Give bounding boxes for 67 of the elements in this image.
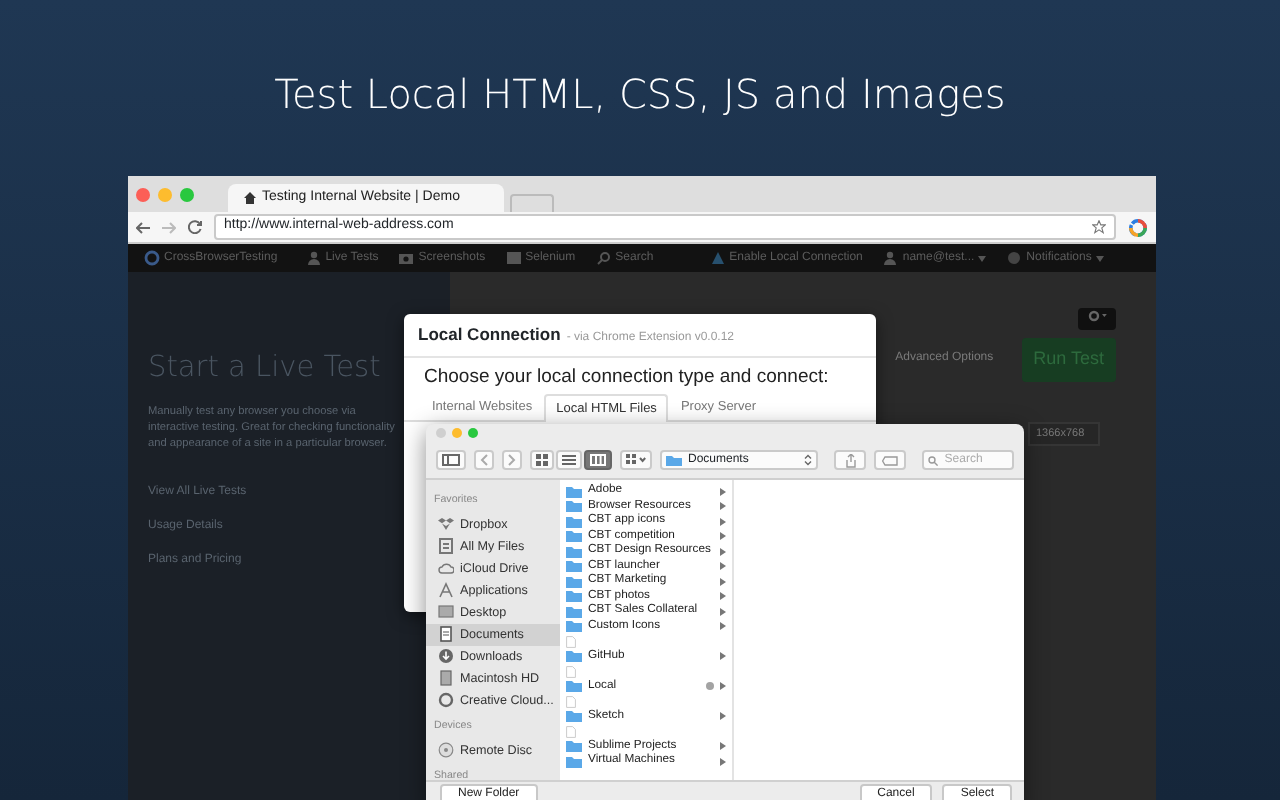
star-icon[interactable] [1092, 220, 1106, 234]
file-icon [566, 635, 576, 648]
settings-button[interactable] [1078, 308, 1116, 330]
grid-icon [626, 454, 646, 466]
chevron-left-icon [480, 454, 488, 466]
dialog-title: Local Connection [418, 322, 561, 348]
folder-icon [566, 650, 582, 663]
diamond-icon [438, 516, 454, 533]
home-icon [244, 192, 256, 204]
forward-icon[interactable] [162, 221, 176, 233]
icon-view-button[interactable] [530, 450, 554, 470]
file-icon [566, 695, 576, 708]
headline: Test Local HTML, CSS, JS and Images [274, 70, 1006, 118]
close-icon[interactable] [136, 187, 150, 201]
grid-icon [505, 250, 522, 266]
back-icon[interactable] [136, 221, 150, 233]
reload-icon[interactable] [188, 220, 202, 234]
cloud-icon [438, 560, 454, 577]
tag-icon [882, 455, 899, 465]
drive-icon [438, 670, 454, 687]
share-icon [845, 453, 856, 467]
globe-icon [1006, 250, 1023, 266]
chevron-icon [720, 652, 726, 661]
list-view-button[interactable] [556, 450, 582, 470]
chevron-icon [720, 712, 726, 721]
folder-icon [666, 454, 682, 466]
folder-icon [566, 680, 582, 693]
monitor-icon [438, 604, 454, 621]
person-icon [882, 250, 899, 266]
chevron-icon [720, 682, 726, 691]
search-icon [595, 250, 612, 266]
columns-icon [590, 454, 606, 466]
file-icon [566, 665, 576, 678]
zoom-icon[interactable] [468, 428, 478, 438]
minimize-icon[interactable] [452, 428, 462, 438]
list-icon [562, 454, 576, 466]
page-title: Start a Live Test [148, 350, 383, 388]
close-icon[interactable] [436, 428, 446, 438]
file-stack-icon [438, 538, 454, 555]
minimize-icon[interactable] [158, 187, 172, 201]
logo-icon [144, 250, 160, 266]
ring-icon [438, 692, 454, 709]
column-view-button[interactable] [584, 450, 612, 470]
arrange-button[interactable] [620, 450, 652, 470]
tag-button[interactable] [874, 450, 907, 470]
back-button[interactable] [474, 450, 494, 470]
dialog-prompt: Choose your local connection type and connect: [422, 364, 831, 392]
ring-icon[interactable] [1128, 217, 1148, 237]
signal-icon [709, 250, 726, 266]
forward-button[interactable] [502, 450, 522, 470]
gear-icon [1087, 310, 1107, 323]
camera-icon [398, 250, 415, 266]
person-icon [305, 250, 322, 266]
disc-icon [438, 742, 454, 759]
sidebar-icon [442, 454, 460, 466]
share-button[interactable] [834, 450, 867, 470]
folder-icon [566, 710, 582, 723]
updown-icon [804, 454, 813, 466]
search-icon [928, 455, 939, 465]
zoom-icon[interactable] [180, 187, 194, 201]
sidebar-toggle-button[interactable] [436, 450, 466, 470]
document-icon [438, 626, 454, 643]
chevron-right-icon [508, 454, 516, 466]
app-icon [438, 582, 454, 599]
download-icon [438, 648, 454, 665]
grid-icon [536, 454, 548, 466]
file-icon [566, 725, 576, 738]
